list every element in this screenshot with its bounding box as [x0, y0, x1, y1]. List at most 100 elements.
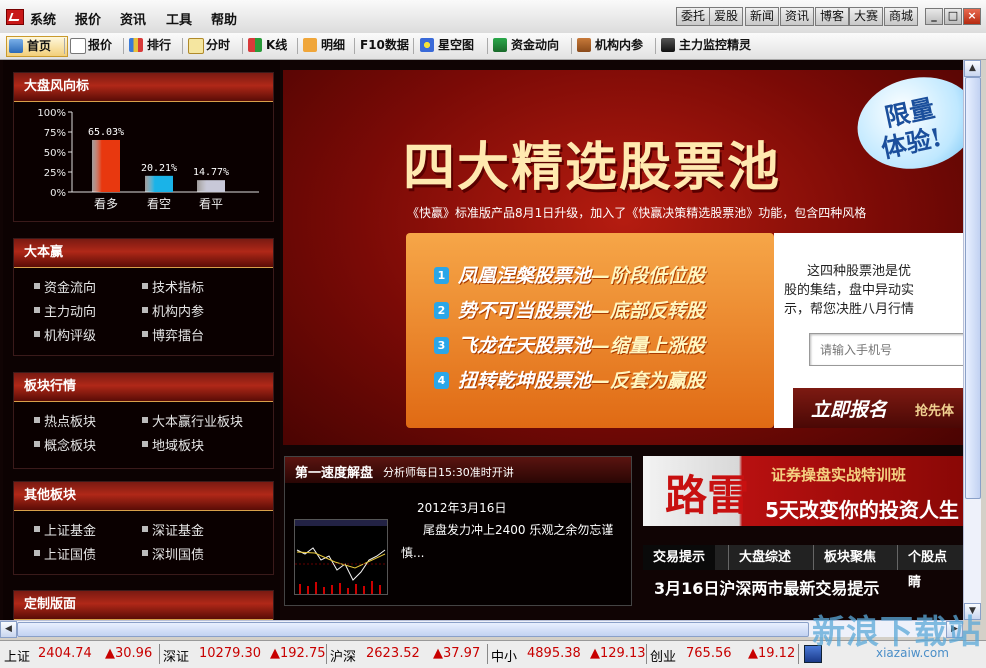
link-fund-flow[interactable]: 资金流向 [33, 277, 96, 296]
index-change: ▲19.12 [748, 646, 796, 661]
y-tick-label: 75% [44, 128, 66, 139]
divider [655, 38, 656, 54]
detail-icon [303, 38, 317, 52]
training-ad-banner[interactable]: 路雷 证券操盘实战特训班 5天改变你的投资人生 [643, 456, 963, 526]
scroll-up-button[interactable]: ▲ [964, 60, 981, 77]
link-sz-bond[interactable]: 深圳国债 [141, 544, 204, 563]
link-industry-sector[interactable]: 大本赢行业板块 [141, 411, 243, 430]
divider [326, 644, 327, 664]
link-region-sector[interactable]: 地域板块 [141, 435, 204, 454]
tool-label: 主力监控精灵 [679, 38, 752, 52]
phone-input[interactable] [809, 333, 963, 366]
other-sectors-panel: 其他板块 上证基金 深证基金 上证国债 深圳国债 [13, 481, 274, 575]
live-subtitle: 分析师每日15:30准时开讲 [383, 466, 514, 479]
starmap-icon [420, 38, 434, 52]
contest-button[interactable]: 大赛 [849, 7, 884, 26]
divider [123, 38, 124, 54]
divider [182, 38, 183, 54]
custom-layout-panel: 定制版面 [13, 590, 274, 621]
tab-market-summary[interactable]: 大盘综述 [728, 545, 801, 570]
info-button[interactable]: 资讯 [780, 7, 815, 26]
index-change: ▲30.96 [105, 646, 153, 661]
close-button[interactable]: × [963, 8, 981, 25]
menu-tools[interactable]: 工具 [166, 9, 192, 28]
tool-kline[interactable]: K线 [246, 36, 287, 55]
scroll-left-button[interactable]: ◀ [0, 621, 17, 638]
tool-monitor[interactable]: 主力监控精灵 [659, 36, 751, 55]
signup-label: 立即报名 [811, 399, 888, 421]
signup-sublabel: 抢先体 [915, 404, 955, 419]
tool-timeshare[interactable]: 分时 [186, 36, 230, 55]
menu-help[interactable]: 帮助 [211, 9, 237, 28]
mall-button[interactable]: 商城 [884, 7, 919, 26]
bar-看空 [145, 175, 173, 192]
live-commentary-panel: 第一速度解盘 分析师每日15:30准时开讲 2012年3月16日 尾盘发力冲上2… [284, 456, 632, 606]
y-tick-label: 0% [50, 188, 66, 199]
tool-institution[interactable]: 机构内参 [575, 36, 643, 55]
trade-button[interactable]: 委托 [676, 7, 711, 26]
tab-sector-focus[interactable]: 板块聚焦 [813, 545, 886, 570]
link-institution-rating[interactable]: 机构评级 [33, 325, 96, 344]
blog-button[interactable]: 博客 [815, 7, 850, 26]
tool-label: 首页 [27, 39, 52, 53]
index-name[interactable]: 上证 [4, 646, 30, 665]
index-value: 2623.52 [366, 646, 420, 661]
link-concept-sector[interactable]: 概念板块 [33, 435, 96, 454]
news-headline[interactable]: 3月16日沪深两市最新交易提示 [654, 575, 879, 599]
scroll-thumb[interactable] [965, 77, 981, 499]
tool-starmap[interactable]: 星空图 [418, 36, 474, 55]
index-name[interactable]: 沪深 [330, 646, 356, 665]
divider [64, 38, 65, 54]
live-headline[interactable]: 尾盘发力冲上2400 乐观之余勿忘谨 [423, 521, 613, 538]
tab-stock-highlights[interactable]: 个股点睛 [897, 545, 963, 590]
index-name[interactable]: 创业 [650, 646, 676, 665]
index-name[interactable]: 中小 [491, 646, 517, 665]
y-tick-label: 50% [44, 148, 66, 159]
toolbar: 首页 报价 排行 分时 K线 明细 F10数据 星空图 资金动向 机构内参 主力… [0, 33, 986, 88]
link-tech-indicator[interactable]: 技术指标 [141, 277, 204, 296]
live-headline-cont: 慎... [401, 546, 425, 560]
tool-home[interactable]: 首页 [6, 36, 68, 57]
index-value: 4895.38 [527, 646, 581, 661]
signup-button[interactable]: 立即报名 抢先体 [793, 388, 963, 428]
favorite-stocks-button[interactable]: 爱股 [709, 7, 744, 26]
menu-quote[interactable]: 报价 [75, 9, 101, 28]
news-tabs: 交易提示 大盘综述 板块聚焦 个股点睛 [643, 545, 963, 590]
tab-trade-tips[interactable]: 交易提示 [643, 545, 716, 570]
link-main-force[interactable]: 主力动向 [33, 301, 96, 320]
divider [487, 38, 488, 54]
tool-quote[interactable]: 报价 [68, 36, 112, 55]
home-icon [9, 39, 23, 53]
link-arena[interactable]: 博弈擂台 [141, 325, 204, 344]
vertical-scrollbar[interactable]: ▲ ▼ [963, 60, 981, 620]
link-sz-fund[interactable]: 深证基金 [141, 520, 204, 539]
maximize-button[interactable]: □ [944, 8, 962, 25]
menu-system[interactable]: 系统 [30, 9, 56, 28]
banner-title: 四大精选股票池 [403, 137, 782, 198]
tool-detail[interactable]: 明细 [301, 36, 345, 55]
divider [487, 644, 488, 664]
tool-ranking[interactable]: 排行 [127, 36, 171, 55]
minimize-button[interactable]: _ [925, 8, 943, 25]
y-tick-label: 100% [37, 108, 66, 119]
menu-bar: 系统 报价 资讯 工具 帮助 委托 爱股 新闻 资讯 博客 大赛 商城 _ □ … [0, 0, 986, 34]
hscroll-thumb[interactable] [17, 622, 809, 637]
tool-f10[interactable]: F10数据 [358, 36, 409, 55]
panel-title[interactable]: 定制版面 [14, 591, 273, 620]
watermark-url: xiazaiw.com [876, 646, 949, 660]
link-sh-bond[interactable]: 上证国债 [33, 544, 96, 563]
index-name[interactable]: 深证 [163, 646, 189, 665]
market-thumbnail[interactable] [294, 519, 388, 595]
link-sh-fund[interactable]: 上证基金 [33, 520, 96, 539]
link-institution-ref[interactable]: 机构内参 [141, 301, 204, 320]
kline-icon [248, 38, 262, 52]
number-badge: 2 [434, 302, 449, 319]
institution-icon [577, 38, 591, 52]
menu-news[interactable]: 资讯 [120, 9, 146, 28]
promo-banner[interactable]: 限量 体验! 四大精选股票池 《快赢》标准版产品8月1日升级，加入了《快赢决策精… [283, 70, 963, 445]
news-button[interactable]: 新闻 [745, 7, 780, 26]
link-hot-sector[interactable]: 热点板块 [33, 411, 96, 430]
tool-money-flow[interactable]: 资金动向 [491, 36, 559, 55]
x-tick-label: 看平 [199, 197, 223, 211]
tool-label: 分时 [206, 38, 231, 52]
